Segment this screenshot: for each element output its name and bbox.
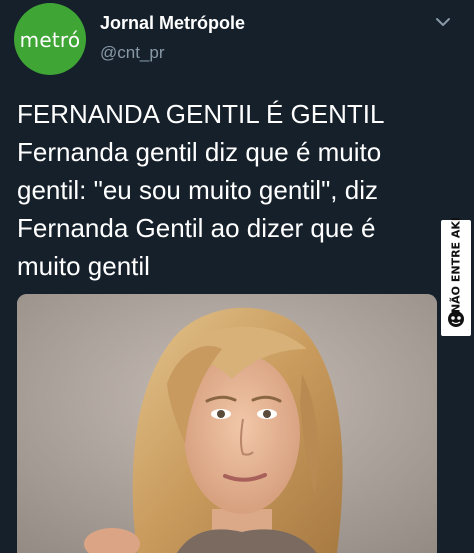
portrait-image	[17, 294, 437, 553]
tweet-photo[interactable]	[17, 294, 437, 553]
avatar[interactable]: metró	[14, 3, 86, 75]
tweet-text: FERNANDA GENTIL É GENTIL Fernanda gentil…	[17, 99, 384, 281]
avatar-logo-text: metró	[19, 28, 81, 52]
account-handle[interactable]: @cnt_pr	[100, 43, 165, 63]
watermark: NÃO ENTRE AKI	[441, 217, 471, 336]
account-name[interactable]: Jornal Metrópole	[100, 13, 245, 34]
chevron-down-icon[interactable]	[433, 12, 453, 32]
watermark-logo-icon	[448, 311, 464, 327]
